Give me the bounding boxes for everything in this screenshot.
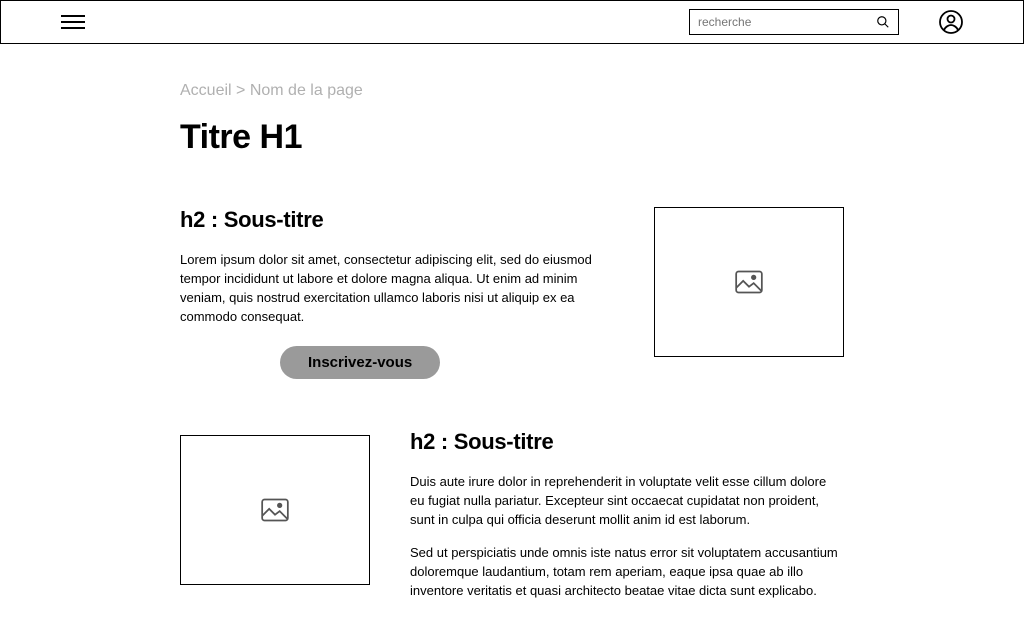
- image-icon: [261, 498, 289, 522]
- section-2-body-1: Duis aute irure dolor in reprehenderit i…: [410, 473, 844, 530]
- section-2-text: h2 : Sous-titre Duis aute irure dolor in…: [410, 429, 844, 614]
- search-icon: [876, 15, 890, 29]
- signup-button[interactable]: Inscrivez-vous: [280, 346, 440, 379]
- section-1: h2 : Sous-titre Lorem ipsum dolor sit am…: [180, 207, 844, 379]
- menu-button[interactable]: [61, 15, 85, 29]
- breadcrumb-separator: >: [236, 82, 245, 99]
- section-1-heading: h2 : Sous-titre: [180, 207, 614, 233]
- section-2-heading: h2 : Sous-titre: [410, 429, 844, 455]
- section-1-body: Lorem ipsum dolor sit amet, consectetur …: [180, 251, 614, 326]
- breadcrumb: Accueil > Nom de la page: [180, 82, 844, 100]
- search-box[interactable]: [689, 9, 899, 35]
- top-bar: [0, 0, 1024, 44]
- breadcrumb-current: Nom de la page: [250, 82, 363, 99]
- section-2-image-placeholder: [180, 435, 370, 585]
- user-avatar-icon[interactable]: [939, 10, 963, 34]
- page-content: Accueil > Nom de la page Titre H1 h2 : S…: [0, 44, 1024, 614]
- page-title: Titre H1: [180, 118, 844, 157]
- section-2-body-2: Sed ut perspiciatis unde omnis iste natu…: [410, 544, 844, 601]
- search-input[interactable]: [698, 15, 876, 29]
- section-1-text: h2 : Sous-titre Lorem ipsum dolor sit am…: [180, 207, 614, 379]
- topbar-right: [689, 9, 963, 35]
- breadcrumb-home[interactable]: Accueil: [180, 82, 232, 99]
- section-1-image-placeholder: [654, 207, 844, 357]
- section-2: h2 : Sous-titre Duis aute irure dolor in…: [180, 429, 844, 614]
- image-icon: [735, 270, 763, 294]
